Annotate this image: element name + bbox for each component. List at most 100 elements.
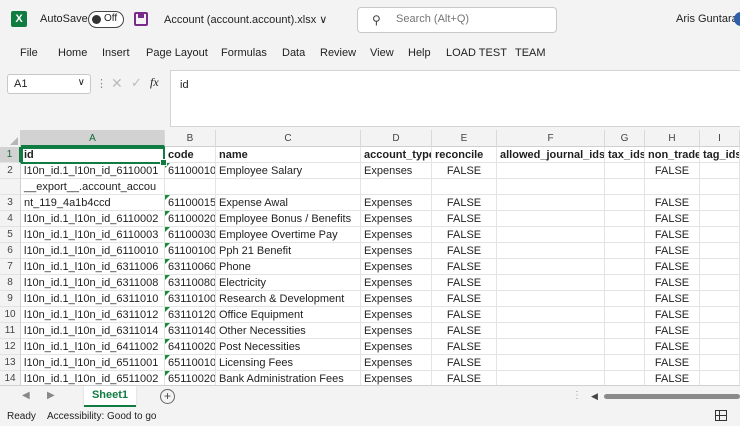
table-cell[interactable] [216, 179, 361, 195]
menu-team[interactable]: TEAM [515, 47, 546, 59]
table-cell[interactable]: l10n_id.1_l10n_id_6110003 [21, 227, 165, 243]
table-cell[interactable]: 61100020 [165, 211, 216, 227]
table-cell[interactable]: FALSE [645, 371, 700, 385]
column-header-C[interactable]: C [216, 130, 361, 147]
table-cell[interactable] [605, 355, 645, 371]
table-cell[interactable]: FALSE [432, 227, 497, 243]
table-cell[interactable] [497, 323, 605, 339]
menu-help[interactable]: Help [408, 47, 431, 59]
menu-review[interactable]: Review [320, 47, 356, 59]
table-cell[interactable]: FALSE [645, 227, 700, 243]
table-cell[interactable] [605, 227, 645, 243]
table-cell[interactable]: __export__.account_accou [21, 179, 165, 195]
table-cell[interactable]: FALSE [645, 339, 700, 355]
table-cell[interactable]: Expenses [361, 291, 432, 307]
table-cell[interactable]: FALSE [432, 323, 497, 339]
prev-sheet-icon[interactable]: ◀ [22, 390, 30, 401]
table-cell[interactable]: FALSE [432, 211, 497, 227]
horizontal-scrollbar[interactable] [604, 394, 740, 399]
table-cell[interactable] [700, 339, 740, 355]
scroll-left-icon[interactable]: ◀ [591, 391, 598, 402]
search-box[interactable]: ⚲ [357, 7, 557, 33]
header-cell[interactable]: name [216, 147, 361, 163]
table-cell[interactable]: l10n_id.1_l10n_id_6311008 [21, 275, 165, 291]
table-cell[interactable]: 63110100 [165, 291, 216, 307]
table-cell[interactable]: l10n_id.1_l10n_id_6411002 [21, 339, 165, 355]
worksheet-grid[interactable]: ABCDEFGHI 1 id code name account_type reconci… [0, 130, 740, 385]
enter-icon[interactable]: ✓ [131, 75, 142, 91]
column-header-E[interactable]: E [432, 130, 497, 147]
table-cell[interactable]: FALSE [432, 275, 497, 291]
column-header-G[interactable]: G [605, 130, 645, 147]
table-cell[interactable] [700, 243, 740, 259]
column-header-I[interactable]: I [700, 130, 740, 147]
table-cell[interactable] [700, 211, 740, 227]
table-cell[interactable]: Research & Development [216, 291, 361, 307]
row-header[interactable]: 4 [0, 211, 21, 227]
table-cell[interactable]: FALSE [432, 355, 497, 371]
table-cell[interactable]: Expenses [361, 211, 432, 227]
table-cell[interactable]: l10n_id.1_l10n_id_6110001 [21, 163, 165, 179]
table-cell[interactable] [700, 291, 740, 307]
chevron-down-icon[interactable]: ∨ [78, 77, 85, 88]
table-cell[interactable] [605, 339, 645, 355]
table-cell[interactable]: 61100100 [165, 243, 216, 259]
table-cell[interactable]: 63110140 [165, 323, 216, 339]
table-cell[interactable]: FALSE [432, 291, 497, 307]
row-header[interactable]: 14 [0, 371, 21, 385]
table-cell[interactable]: FALSE [432, 339, 497, 355]
table-cell[interactable]: Expenses [361, 323, 432, 339]
column-header-D[interactable]: D [361, 130, 432, 147]
table-cell[interactable] [700, 307, 740, 323]
column-header-B[interactable]: B [165, 130, 216, 147]
header-cell[interactable]: code [165, 147, 216, 163]
normal-view-icon[interactable] [715, 410, 727, 421]
table-cell[interactable]: FALSE [645, 211, 700, 227]
table-cell[interactable]: Expenses [361, 227, 432, 243]
table-cell[interactable]: FALSE [645, 243, 700, 259]
row-header[interactable]: 1 [0, 147, 21, 163]
table-cell[interactable] [497, 291, 605, 307]
cancel-icon[interactable]: ✕ [111, 75, 123, 92]
table-cell[interactable] [605, 179, 645, 195]
table-cell[interactable]: FALSE [645, 307, 700, 323]
table-cell[interactable]: Other Necessities [216, 323, 361, 339]
table-cell[interactable]: Employee Overtime Pay [216, 227, 361, 243]
table-cell[interactable] [700, 179, 740, 195]
menu-file[interactable]: File [20, 47, 38, 59]
header-cell[interactable]: non_trade [645, 147, 700, 163]
menu-home[interactable]: Home [58, 47, 87, 59]
table-cell[interactable] [497, 371, 605, 385]
table-cell[interactable] [700, 275, 740, 291]
table-cell[interactable]: 64110020 [165, 339, 216, 355]
table-cell[interactable] [497, 355, 605, 371]
menu-view[interactable]: View [370, 47, 394, 59]
table-cell[interactable]: Post Necessities [216, 339, 361, 355]
table-cell[interactable]: l10n_id.1_l10n_id_6311010 [21, 291, 165, 307]
more-options-icon[interactable]: ⋮ [96, 77, 107, 90]
tab-splitter-icon[interactable]: ⋮ [572, 390, 582, 401]
table-cell[interactable] [700, 371, 740, 385]
next-sheet-icon[interactable]: ▶ [47, 390, 55, 401]
table-cell[interactable]: Expenses [361, 355, 432, 371]
add-sheet-button[interactable]: + [160, 389, 175, 404]
table-cell[interactable]: l10n_id.1_l10n_id_6511001 [21, 355, 165, 371]
table-cell[interactable]: Expenses [361, 275, 432, 291]
header-cell[interactable]: tag_ids [700, 147, 740, 163]
table-cell[interactable]: l10n_id.1_l10n_id_6511002 [21, 371, 165, 385]
table-cell[interactable]: Phone [216, 259, 361, 275]
header-cell[interactable]: tax_ids [605, 147, 645, 163]
row-header[interactable]: 10 [0, 307, 21, 323]
table-cell[interactable]: FALSE [645, 163, 700, 179]
table-cell[interactable]: FALSE [645, 291, 700, 307]
row-header[interactable]: 5 [0, 227, 21, 243]
table-cell[interactable] [497, 307, 605, 323]
select-all-button[interactable] [0, 130, 21, 147]
table-cell[interactable] [497, 211, 605, 227]
user-name[interactable]: Aris Guntara [676, 13, 738, 25]
row-header[interactable]: 7 [0, 259, 21, 275]
table-cell[interactable]: Expenses [361, 339, 432, 355]
row-header[interactable] [0, 179, 21, 195]
table-cell[interactable]: Bank Administration Fees [216, 371, 361, 385]
table-cell[interactable] [605, 243, 645, 259]
